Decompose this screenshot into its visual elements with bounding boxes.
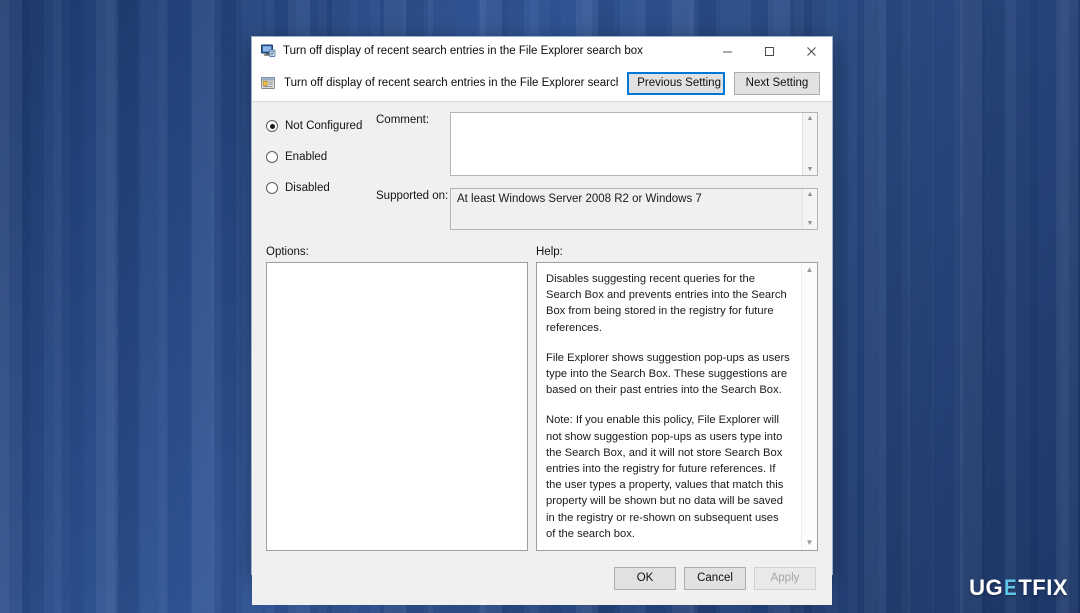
comment-label: Comment:: [376, 114, 430, 126]
supported-on-label: Supported on:: [376, 190, 449, 202]
help-paragraph-1: Disables suggesting recent queries for t…: [546, 273, 787, 334]
window-controls: [706, 37, 832, 65]
ok-button[interactable]: OK: [614, 566, 676, 590]
radio-mark-enabled: [266, 151, 278, 163]
supported-on-text: At least Windows Server 2008 R2 or Windo…: [457, 193, 702, 205]
help-scrollbar[interactable]: ▲ ▼: [801, 263, 817, 551]
close-button[interactable]: [790, 37, 832, 65]
supported-on-scrollbar[interactable]: ▲ ▼: [802, 189, 817, 229]
monitor-policy-icon: [260, 43, 276, 59]
comment-scrollbar[interactable]: ▲ ▼: [802, 113, 817, 175]
watermark-part-2: E: [1004, 575, 1018, 600]
maximize-icon: [764, 46, 774, 56]
minimize-button[interactable]: [706, 37, 748, 65]
help-text-content: Disables suggesting recent queries for t…: [537, 263, 801, 550]
policy-state-radio-group: Not Configured Enabled Disabled: [266, 112, 376, 234]
apply-button: Apply: [754, 566, 816, 590]
watermark-part-1: UG: [969, 575, 1004, 600]
dialog-footer: OK Cancel Apply: [252, 559, 832, 606]
scroll-up-icon[interactable]: ▲: [807, 191, 814, 198]
radio-disabled[interactable]: Disabled: [266, 176, 376, 200]
radio-mark-not-configured: [266, 120, 278, 132]
radio-mark-disabled: [266, 182, 278, 194]
policy-setting-icon: [260, 75, 276, 91]
supported-on-value: At least Windows Server 2008 R2 or Windo…: [450, 188, 818, 230]
scroll-up-icon[interactable]: ▲: [806, 266, 814, 274]
options-panel[interactable]: [266, 262, 528, 552]
panel-label-row: Options: Help:: [266, 246, 818, 258]
ugetfix-watermark: UG E TFIX: [969, 575, 1068, 601]
radio-not-configured[interactable]: Not Configured: [266, 114, 376, 138]
help-paragraph-2: File Explorer shows suggestion pop-ups a…: [546, 351, 790, 397]
options-label: Options:: [266, 246, 309, 258]
minimize-icon: [722, 51, 732, 52]
state-and-metadata-section: Not Configured Enabled Disabled Comment:: [266, 112, 818, 234]
comment-input[interactable]: ▲ ▼: [450, 112, 818, 176]
dialog-titlebar[interactable]: Turn off display of recent search entrie…: [252, 37, 832, 65]
help-paragraph-3: Note: If you enable this policy, File Ex…: [546, 414, 784, 540]
supported-on-row: Supported on: At least Windows Server 20…: [376, 188, 818, 230]
cancel-button[interactable]: Cancel: [684, 566, 746, 590]
scroll-down-icon[interactable]: ▼: [807, 220, 814, 227]
previous-setting-button[interactable]: Previous Setting: [627, 71, 725, 95]
panel-divider: [528, 262, 536, 551]
radio-enabled[interactable]: Enabled: [266, 145, 376, 169]
dialog-title-text: Turn off display of recent search entrie…: [283, 45, 643, 57]
scroll-up-icon[interactable]: ▲: [807, 115, 814, 122]
scroll-down-icon[interactable]: ▼: [806, 539, 814, 547]
dialog-body: Not Configured Enabled Disabled Comment:: [252, 102, 832, 560]
radio-label-not-configured: Not Configured: [285, 120, 363, 132]
close-icon: [806, 46, 816, 56]
panels-row: Disables suggesting recent queries for t…: [266, 262, 818, 559]
comment-row: Comment: ▲ ▼: [376, 112, 818, 176]
radio-label-enabled: Enabled: [285, 151, 328, 163]
watermark-part-3: TFIX: [1018, 575, 1068, 600]
next-setting-button[interactable]: Next Setting: [734, 71, 820, 95]
setting-header-title: Turn off display of recent search entrie…: [284, 77, 619, 89]
metadata-fields: Comment: ▲ ▼ Supported on: At least Wind…: [376, 112, 818, 234]
help-label: Help:: [536, 246, 563, 258]
help-panel: Disables suggesting recent queries for t…: [536, 262, 818, 552]
scroll-down-icon[interactable]: ▼: [807, 166, 814, 173]
radio-label-disabled: Disabled: [285, 182, 330, 194]
group-policy-setting-dialog: Turn off display of recent search entrie…: [251, 36, 833, 606]
setting-header-row: Turn off display of recent search entrie…: [252, 65, 832, 102]
maximize-button[interactable]: [748, 37, 790, 65]
